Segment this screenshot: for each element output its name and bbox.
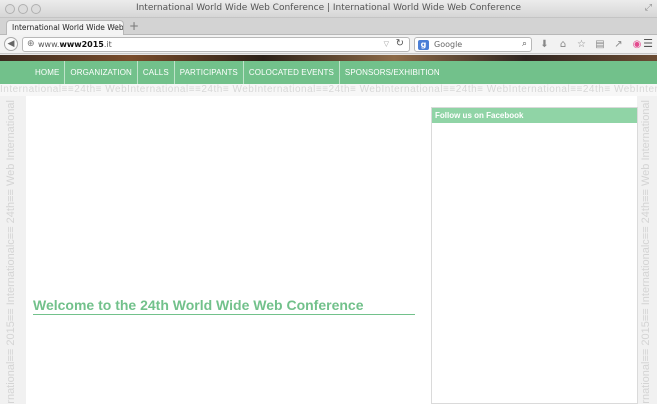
fullscreen-icon[interactable]: ⤢ bbox=[645, 3, 652, 13]
reload-icon[interactable]: ↻ bbox=[396, 38, 404, 49]
menu-icon[interactable]: ☰ bbox=[643, 37, 653, 50]
facebook-widget-header[interactable]: Follow us on Facebook bbox=[432, 108, 637, 123]
menu-item-calls[interactable]: CALLS bbox=[138, 61, 175, 84]
search-placeholder: Google bbox=[434, 40, 463, 49]
toolbar-icons: ⬇ ⌂ ☆ ▤ ↗ ◉ bbox=[537, 37, 645, 50]
window-titlebar: International World Wide Web Conference … bbox=[0, 0, 657, 18]
menu-item-participants[interactable]: PARTICIPANTS bbox=[175, 61, 244, 84]
download-icon[interactable]: ⬇ bbox=[537, 39, 552, 50]
history-dropdown-icon[interactable]: ▽ bbox=[384, 40, 389, 48]
right-decorative-pattern: International≡≡ 2015≡≡ Internationalc≡≡ … bbox=[637, 96, 657, 404]
decorative-pattern-row: International≡≡24th≡ WebInternational≡≡2… bbox=[0, 84, 657, 95]
tab-bar: International World Wide Web ... ✕ + bbox=[0, 18, 657, 36]
globe-icon: ⊕ bbox=[27, 39, 35, 49]
menu-item-home[interactable]: HOME bbox=[30, 61, 66, 84]
tab-www2015[interactable]: International World Wide Web ... ✕ bbox=[6, 20, 124, 36]
left-pattern-text: International≡≡ 2015≡≡ Internationalc≡≡ … bbox=[5, 100, 17, 404]
menu-item-organization[interactable]: ORGANIZATION bbox=[65, 61, 138, 84]
window-title: International World Wide Web Conference … bbox=[135, 3, 522, 13]
search-icon[interactable]: ⌕ bbox=[522, 39, 527, 49]
tab-label: International World Wide Web ... bbox=[12, 23, 124, 32]
search-bar[interactable]: g Google ⌕ bbox=[414, 37, 532, 52]
main-content: Welcome to the 24th World Wide Web Confe… bbox=[26, 96, 638, 404]
right-pattern-text: International≡≡ 2015≡≡ Internationalc≡≡ … bbox=[640, 100, 652, 404]
navigation-toolbar: ◀ ⊕ www.www2015.it ▽ ↻ g Google ⌕ ⬇ ⌂ ☆ … bbox=[0, 35, 657, 54]
url-text: www.www2015.it bbox=[38, 40, 112, 49]
address-bar[interactable]: ⊕ www.www2015.it ▽ ↻ bbox=[22, 37, 410, 52]
share-icon[interactable]: ↗ bbox=[611, 39, 626, 50]
left-decorative-pattern: International≡≡ 2015≡≡ Internationalc≡≡ … bbox=[0, 96, 26, 404]
back-button[interactable]: ◀ bbox=[4, 37, 18, 51]
menu-item-sponsors-exhibition[interactable]: SPONSORS/EXHIBITION bbox=[340, 61, 445, 84]
new-tab-button[interactable]: + bbox=[129, 19, 139, 33]
menu-item-colocated-events[interactable]: COLOCATED EVENTS bbox=[244, 61, 340, 84]
bookmark-star-icon[interactable]: ☆ bbox=[574, 39, 589, 50]
facebook-widget: Follow us on Facebook bbox=[431, 107, 638, 404]
google-engine-icon[interactable]: g bbox=[418, 40, 429, 50]
close-tab-icon[interactable]: ✕ bbox=[111, 23, 118, 32]
welcome-title: Welcome to the 24th World Wide Web Confe… bbox=[33, 297, 415, 315]
home-icon[interactable]: ⌂ bbox=[556, 39, 571, 50]
site-menu-bar: HOME ORGANIZATION CALLS PARTICIPANTS COL… bbox=[0, 61, 657, 84]
bookmarks-list-icon[interactable]: ▤ bbox=[593, 39, 608, 50]
site-menu: HOME ORGANIZATION CALLS PARTICIPANTS COL… bbox=[30, 61, 445, 84]
web-page: HOME ORGANIZATION CALLS PARTICIPANTS COL… bbox=[0, 55, 657, 404]
